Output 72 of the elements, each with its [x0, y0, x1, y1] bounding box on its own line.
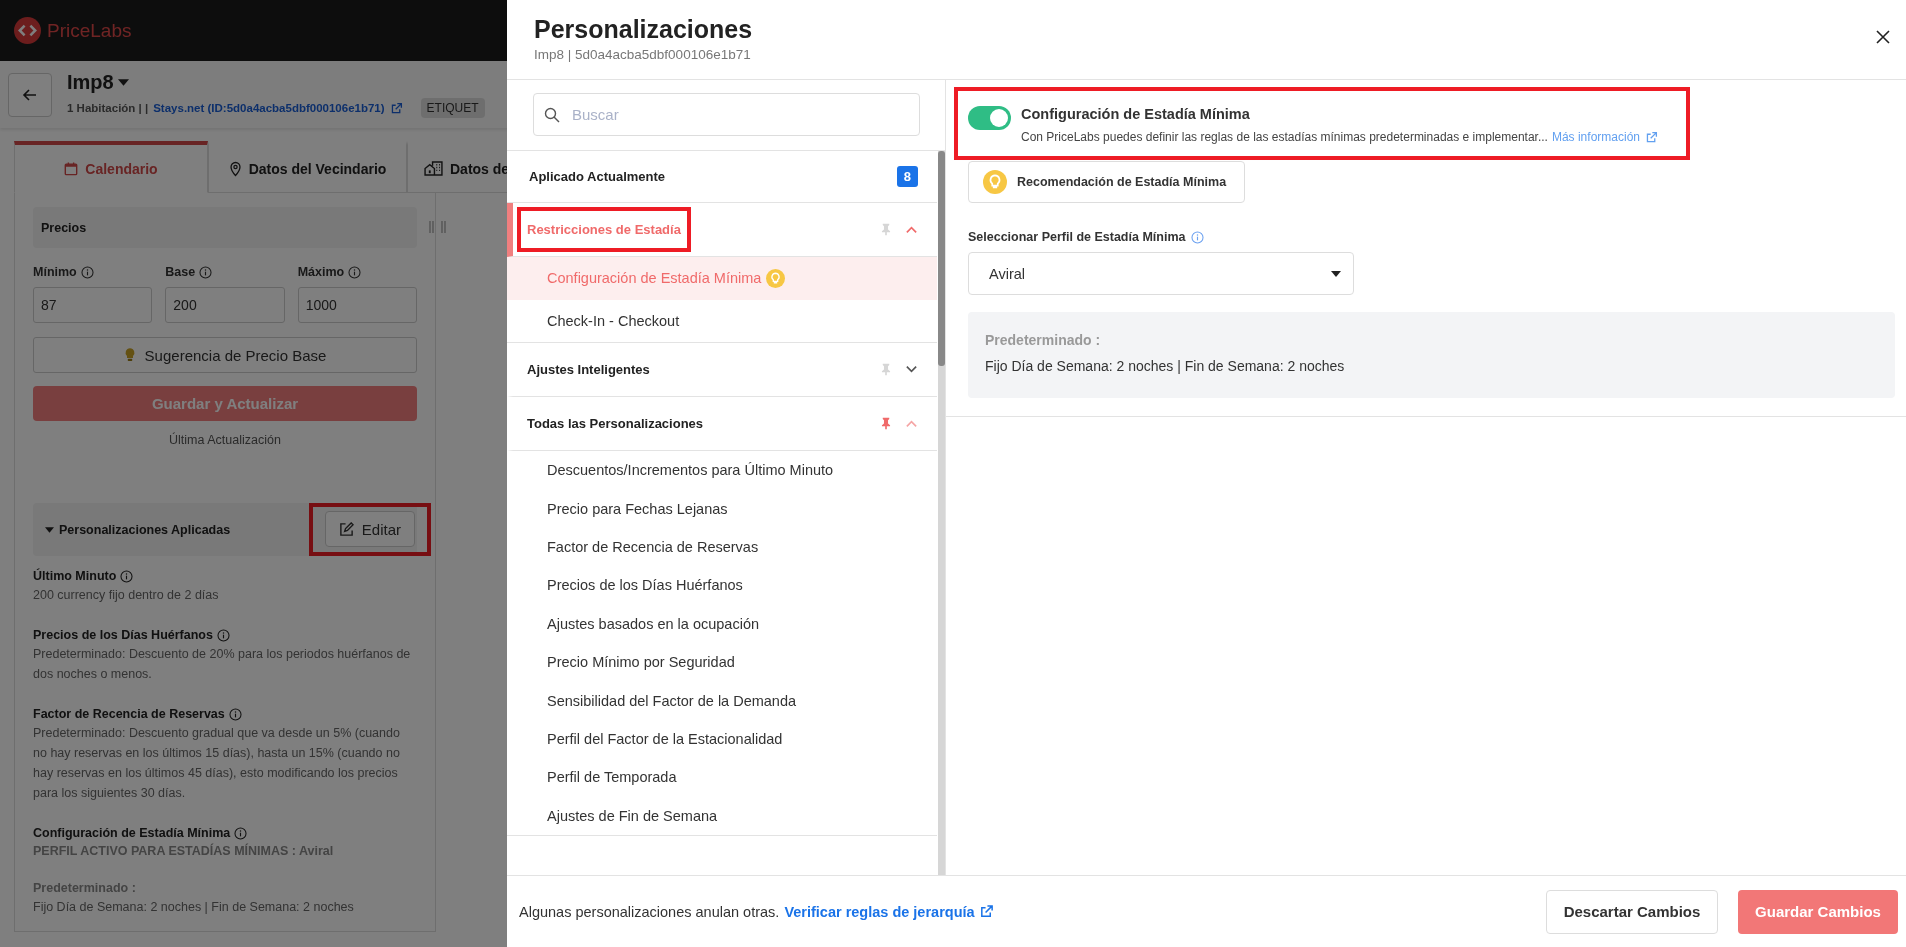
info-icon [1191, 230, 1205, 244]
info-icon [228, 707, 242, 721]
customization-text: Predeterminado: Descuento de 20% para los periodos huérfanos de dos noches o menos. [33, 646, 412, 683]
external-link-icon [389, 101, 403, 115]
price-field[interactable]: 1000 [297, 287, 417, 323]
group-label: Restricciones de Estadía [526, 221, 682, 239]
panel-subtitle: Imp8 | 5d0a4acba5dbf000106e1b71 [534, 47, 752, 62]
pin-icon[interactable] [881, 417, 891, 430]
info-icon [199, 265, 213, 279]
setting-title: Configuración de Estadía Mínima [1021, 106, 1251, 122]
external-link-icon [978, 904, 994, 919]
customization-title: Precios de los Días Huérfanos [33, 628, 213, 642]
info-icon [80, 265, 94, 279]
scrollbar-thumb[interactable] [938, 151, 945, 366]
group-label: Todas las Personalizaciones [526, 415, 705, 433]
field-label: Base [165, 265, 196, 279]
external-link-icon [1645, 130, 1658, 144]
suggestion-button[interactable]: Sugerencia de Precio Base [33, 337, 417, 373]
discard-button[interactable]: Descartar Cambios [1546, 889, 1718, 934]
customization-title: Factor de Recencia de Reservas [33, 707, 225, 721]
room-count: 1 Habitación | | [67, 102, 149, 114]
listing-title: Imp8 [67, 71, 114, 94]
grip-icon[interactable] [429, 221, 447, 233]
building-icon [424, 161, 443, 176]
customization-text: 200 currency fijo dentro de 2 días [33, 587, 220, 604]
profile-dropdown[interactable]: Aviral [968, 252, 1354, 295]
calendar-icon [64, 161, 79, 176]
default-title: Predeterminado : [985, 332, 1102, 348]
info-icon [348, 265, 362, 279]
customization-text: Predeterminado: Descuento gradual que va desde un 5% (cuando no hay reservas en los últimos 15 días), hasta un 15% (cuando no hay reservas en los últimos 45 días), esto modificando los precios para los siguientes 30 días. [33, 725, 401, 802]
edit-icon [338, 521, 354, 537]
caret-icon[interactable] [117, 79, 129, 86]
customization-title: Configuración de Estadía Mínima [33, 826, 231, 840]
back-button[interactable] [8, 72, 52, 117]
customization-label: Predeterminado : [33, 881, 137, 895]
info-icon [120, 569, 134, 583]
panel-title: Personalizaciones [534, 15, 753, 44]
group-label: Ajustes Inteligentes [526, 361, 651, 379]
search-icon [544, 107, 560, 123]
field-label: Máximo [297, 265, 345, 279]
field-label: Seleccionar Perfil de Estadía Mínima [968, 230, 1186, 244]
search-field[interactable]: Buscar [533, 93, 920, 136]
caret-icon[interactable] [45, 526, 54, 533]
edit-button[interactable]: Editar [324, 511, 415, 547]
lightbulb-icon [123, 347, 136, 363]
caret-icon [1331, 270, 1341, 277]
footer-note: Algunas personalizaciones anulan otras. [519, 903, 780, 920]
default-text: Fijo Día de Semana: 2 noches | Fin de Semana: 2 noches [985, 358, 1346, 374]
group-header[interactable]: Ajustes Inteligentes [507, 343, 937, 397]
customization-text: Fijo Día de Semana: 2 noches | Fin de Semana: 2 noches [33, 899, 355, 916]
list-header[interactable]: Aplicado Actualmente [529, 169, 666, 184]
setting-description: Con PriceLabs puedes definir las reglas de las estadías mínimas predeterminadas e implementar... [1021, 130, 1548, 144]
info-icon [216, 628, 230, 642]
customization-label: PERFIL ACTIVO PARA ESTADÍAS MÍNIMAS : Aviral [33, 844, 335, 858]
logo-icon [14, 17, 41, 44]
chevron-icon[interactable] [905, 363, 918, 376]
lightbulb-icon [983, 170, 1007, 194]
location-pin-icon [228, 160, 242, 177]
customization-title: Último Minuto [33, 569, 117, 583]
price-field[interactable]: 87 [33, 287, 153, 323]
hierarchy-link[interactable]: Verificar reglas de jerarquía [784, 903, 994, 920]
info-icon [234, 826, 248, 840]
recommendation-button[interactable]: Recomendación de Estadía Mínima [968, 161, 1246, 203]
section-header: Precios [33, 207, 417, 248]
price-field[interactable]: 200 [165, 287, 285, 323]
toggle-switch[interactable] [968, 106, 1011, 130]
field-label: Mínimo [33, 265, 77, 279]
tab[interactable]: Datos del Vecindario [208, 141, 407, 193]
count-badge: 8 [896, 166, 918, 187]
last-update-text: Última Actualización [168, 433, 282, 447]
back-arrow-icon [22, 86, 38, 103]
section-title: Personalizaciones Aplicadas [59, 522, 231, 537]
